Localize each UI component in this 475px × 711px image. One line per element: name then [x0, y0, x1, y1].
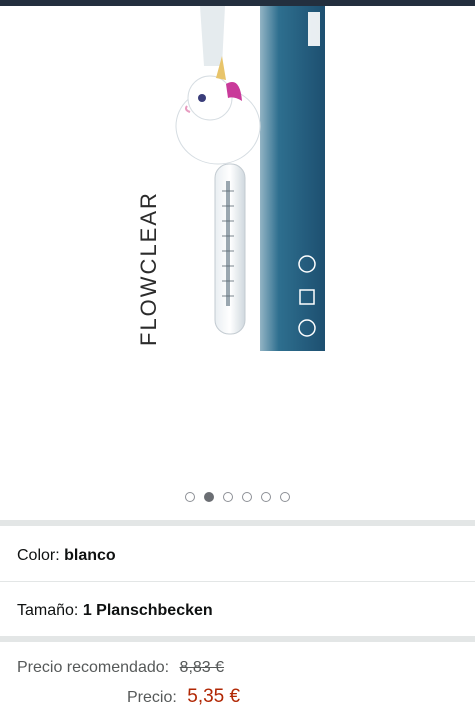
size-value: 1 Planschbecken — [82, 602, 213, 619]
product-image-gallery[interactable]: FLOWCLEAR — [0, 6, 475, 521]
price-row: Precio: 5,35 € — [127, 686, 240, 708]
color-label: Color: — [17, 547, 60, 564]
color-value: blanco — [64, 547, 116, 564]
carousel-dot-2[interactable] — [204, 492, 214, 502]
size-selector[interactable]: Tamaño: 1 Planschbecken — [17, 602, 213, 620]
carousel-dot-4[interactable] — [242, 492, 252, 502]
price-value: 5,35 € — [187, 686, 241, 707]
divider — [0, 520, 475, 526]
size-label: Tamaño: — [17, 602, 79, 619]
carousel-dot-3[interactable] — [223, 492, 233, 502]
carousel-dot-1[interactable] — [185, 492, 195, 502]
carousel-dot-5[interactable] — [261, 492, 271, 502]
image-carousel-indicator[interactable] — [0, 490, 475, 504]
divider — [0, 581, 475, 582]
price-label: Precio: — [127, 689, 177, 706]
recommended-price-label: Precio recomendado: — [17, 659, 170, 676]
recommended-price-row: Precio recomendado: 8,83 € — [17, 659, 224, 677]
product-image[interactable]: FLOWCLEAR — [130, 6, 330, 356]
carousel-dot-6[interactable] — [280, 492, 290, 502]
divider — [0, 636, 475, 642]
brand-logo-text: FLOWCLEAR — [136, 191, 161, 346]
color-selector[interactable]: Color: blanco — [17, 547, 116, 565]
recommended-price-value: 8,83 € — [179, 659, 225, 676]
